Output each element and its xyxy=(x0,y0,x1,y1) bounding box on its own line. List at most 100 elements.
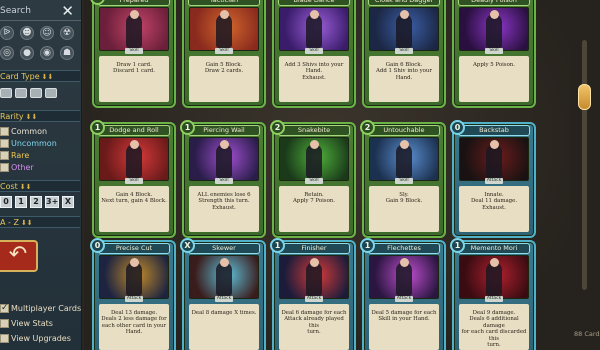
necrobinder-icon[interactable]: ☢ xyxy=(60,26,74,40)
skill-type-toggle[interactable] xyxy=(15,88,27,98)
description-line: Discard 1 card. xyxy=(113,68,155,75)
card-type-label: Attack xyxy=(305,296,323,302)
checkbox-checked[interactable] xyxy=(0,302,9,314)
character-figure xyxy=(486,262,502,296)
energy-cost: 1 xyxy=(90,120,105,135)
card-title: Tactician xyxy=(188,0,260,6)
colorless-icon[interactable]: ● xyxy=(20,46,34,60)
energy-cost: 1 xyxy=(450,238,465,253)
card-description: ALL enemies lose 6 Strength this turn. Exh… xyxy=(189,186,259,232)
back-button[interactable]: ↶ xyxy=(0,240,38,272)
defect-icon[interactable]: ◎ xyxy=(0,46,14,60)
card-type-label: Attack xyxy=(125,296,143,302)
rarity-other[interactable]: Other xyxy=(0,162,80,173)
card-title: Finisher xyxy=(278,243,350,254)
card-art xyxy=(279,7,349,51)
alphabetical-header[interactable]: A - Z ⬇⬇ xyxy=(0,216,80,228)
character-head xyxy=(310,258,319,267)
checkbox[interactable] xyxy=(0,319,9,328)
card-prepared[interactable]: 0PreparedSkillDraw 1 card.Discard 1 card… xyxy=(90,0,176,108)
rarity-header[interactable]: Rarity ⬇⬇ xyxy=(0,110,80,122)
card-type-label: Skill xyxy=(215,178,233,184)
multiplayer-cards-option[interactable]: Multiplayer Cards xyxy=(0,302,81,315)
character-figure xyxy=(126,14,142,48)
card-type-label: Attack xyxy=(485,178,503,184)
card-backstab[interactable]: 0 Backstab Attack Innate. Deal 11 damage. Exh… xyxy=(450,120,536,238)
close-icon[interactable]: ✕ xyxy=(61,3,74,19)
card-untouchable[interactable]: 2 Untouchable Skill Sly. Gain 9 Block. xyxy=(360,120,446,238)
card-description: Deal 13 damage. Deals 2 less damage for ea… xyxy=(99,304,169,350)
curse-type-toggle[interactable] xyxy=(45,88,57,98)
rarity-uncommon[interactable]: Uncommon xyxy=(0,138,80,149)
rarity-common-label: Common xyxy=(11,127,48,136)
card-flechettes[interactable]: 1 Flechettes Attack Deal 5 damage for each S… xyxy=(360,238,446,350)
character-figure xyxy=(216,262,232,296)
character-figure xyxy=(306,262,322,296)
checkbox[interactable] xyxy=(0,127,9,136)
card-precise-cut[interactable]: 0 Precise Cut Attack Deal 13 damage. Deals 2… xyxy=(90,238,176,350)
card-grid: 0 Prepared Skill Draw 1 card.Discard 1 card… xyxy=(84,0,570,350)
view-upgrades-option[interactable]: View Upgrades xyxy=(0,333,81,345)
character-head xyxy=(310,10,319,19)
card-piercing-wail[interactable]: 1 Piercing Wail Skill ALL enemies lose 6 Str… xyxy=(180,120,266,238)
card-snakebite[interactable]: 2 Snakebite Skill Retain. Apply 7 Poison. xyxy=(270,120,356,238)
card-deadly-poison[interactable]: Deadly Poison Skill Apply 5 Poison. xyxy=(452,0,536,108)
card-cloak-and-dagger[interactable]: Cloak and Dagger Skill Gain 6 Block. Add 1 … xyxy=(362,0,446,108)
card-title: Piercing Wail xyxy=(188,125,260,136)
checkbox[interactable] xyxy=(0,151,9,160)
ironclad-icon[interactable]: ᐉ xyxy=(0,26,14,40)
back-arrow-icon: ↶ xyxy=(8,242,28,267)
energy-cost: 0 xyxy=(90,238,105,253)
cost-2-button[interactable]: 2 xyxy=(30,196,42,208)
cost-0-button[interactable]: 0 xyxy=(0,196,12,208)
card-title: Untouchable xyxy=(368,125,440,136)
character-head xyxy=(400,258,409,267)
card-art xyxy=(189,137,259,181)
cost-1-button[interactable]: 1 xyxy=(15,196,27,208)
power-type-toggle[interactable] xyxy=(30,88,42,98)
description-line: Deals 2 less damage for xyxy=(101,316,167,323)
checkbox[interactable] xyxy=(0,139,9,148)
card-dodge-and-roll[interactable]: 1 Dodge and Roll Skill Gain 4 Block. Next tu… xyxy=(90,120,176,238)
cost-header[interactable]: Cost ⬇⬇ xyxy=(0,180,80,192)
card-finisher[interactable]: 1 Finisher Attack Deal 6 damage for each Att… xyxy=(270,238,356,350)
silent-icon[interactable]: ☻ xyxy=(20,26,34,40)
card-type-label: Attack xyxy=(485,296,503,302)
card-description: Add 3 Shivs into your Hand. Exhaust. xyxy=(279,56,349,102)
card-description: Deal 8 damage X times. xyxy=(189,304,259,350)
character-figure xyxy=(306,14,322,48)
description-line: turn. xyxy=(307,329,321,336)
character-head xyxy=(130,10,139,19)
scrollbar-track[interactable] xyxy=(582,40,587,290)
checkbox[interactable] xyxy=(0,334,9,343)
character-filter-row-2: ◎ ● ◉ ☗ xyxy=(0,46,81,63)
card-art xyxy=(99,7,169,51)
description-line: Exhaust. xyxy=(482,204,506,211)
description-line: Deal 8 damage X times. xyxy=(191,310,257,316)
checkbox[interactable] xyxy=(0,163,9,172)
card-type-label: Attack xyxy=(395,296,413,302)
card-type-header[interactable]: Card Type ⬇⬇ xyxy=(0,70,80,82)
attack-type-toggle[interactable] xyxy=(0,88,12,98)
alphabetical-label: A - Z xyxy=(0,218,19,227)
rarity-rare[interactable]: Rare xyxy=(0,150,80,161)
card-memento-mori[interactable]: 1 Memento Mori Attack Deal 9 damage. Deals 6… xyxy=(450,238,536,350)
scrollbar-thumb[interactable] xyxy=(578,84,591,110)
rarity-uncommon-label: Uncommon xyxy=(11,139,57,148)
cost-3plus-button[interactable]: 3+ xyxy=(45,196,59,208)
rarity-common[interactable]: Common xyxy=(0,126,80,137)
energy-cost: X xyxy=(180,238,195,253)
view-stats-option[interactable]: View Stats xyxy=(0,318,81,330)
character-figure xyxy=(486,14,502,48)
card-skewer[interactable]: X Skewer Attack Deal 8 damage X times. xyxy=(180,238,266,350)
card-blade-dance[interactable]: Blade Dance Skill Add 3 Shivs into your Ha… xyxy=(272,0,356,108)
regent-icon[interactable]: ☺ xyxy=(40,26,54,40)
card-art xyxy=(279,137,349,181)
card-art xyxy=(369,7,439,51)
status-filter-icon[interactable]: ☗ xyxy=(60,46,74,60)
search-bar[interactable]: Search ✕ xyxy=(0,3,80,21)
curse-filter-icon[interactable]: ◉ xyxy=(40,46,54,60)
card-tactician[interactable]: Tactician Skill Gain 5 Block. Draw 2 cards. xyxy=(182,0,266,108)
cost-x-button[interactable]: X xyxy=(62,196,74,208)
divider xyxy=(0,20,81,21)
